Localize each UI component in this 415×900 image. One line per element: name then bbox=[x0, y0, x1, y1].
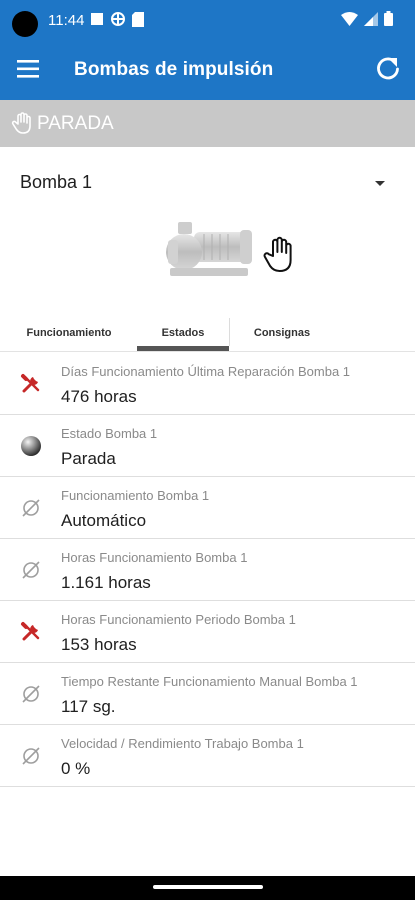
list-item[interactable]: Estado Bomba 1 Parada bbox=[0, 415, 415, 477]
list-item[interactable]: Horas Funcionamiento Periodo Bomba 1 153… bbox=[0, 601, 415, 663]
wrench-icon bbox=[21, 622, 40, 641]
item-label: Estado Bomba 1 bbox=[61, 426, 158, 441]
empty-set-icon bbox=[22, 499, 40, 517]
status-list: Días Funcionamiento Última Reparación Bo… bbox=[0, 353, 415, 787]
empty-set-icon bbox=[22, 685, 40, 703]
item-value: 0 % bbox=[61, 759, 91, 778]
state-label: PARADA bbox=[37, 113, 114, 134]
item-value: 153 horas bbox=[61, 635, 137, 654]
tab-funcionamiento[interactable]: Funcionamiento bbox=[8, 314, 130, 352]
item-label: Funcionamiento Bomba 1 bbox=[61, 488, 210, 503]
pump-selector-value: Bomba 1 bbox=[20, 172, 93, 192]
list-item[interactable]: Tiempo Restante Funcionamiento Manual Bo… bbox=[0, 663, 415, 725]
list-item[interactable]: Velocidad / Rendimiento Trabajo Bomba 1 … bbox=[0, 725, 415, 787]
list-item[interactable]: Horas Funcionamiento Bomba 1 1.161 horas bbox=[0, 539, 415, 601]
menu-icon[interactable] bbox=[16, 57, 40, 81]
sim-card-icon bbox=[132, 11, 144, 27]
wrench-icon bbox=[21, 374, 40, 393]
item-label: Velocidad / Rendimiento Trabajo Bomba 1 bbox=[61, 736, 304, 751]
refresh-icon[interactable] bbox=[373, 54, 403, 84]
system-nav-bar bbox=[0, 876, 415, 900]
tab-consignas[interactable]: Consignas bbox=[229, 314, 335, 352]
item-value: Parada bbox=[61, 449, 116, 468]
camera-cutout bbox=[12, 11, 38, 37]
item-label: Tiempo Restante Funcionamiento Manual Bo… bbox=[61, 674, 358, 689]
state-banner: PARADA bbox=[0, 100, 415, 147]
tab-active-indicator bbox=[137, 346, 229, 351]
tab-label: Consignas bbox=[253, 327, 311, 339]
item-label: Horas Funcionamiento Periodo Bomba 1 bbox=[61, 612, 296, 627]
item-value: 117 sg. bbox=[61, 697, 116, 716]
status-time: 11:44 bbox=[48, 12, 85, 29]
tab-label: Funcionamiento bbox=[26, 327, 112, 339]
square-notification-icon bbox=[91, 13, 103, 25]
list-item[interactable]: Días Funcionamiento Última Reparación Bo… bbox=[0, 353, 415, 415]
tab-label: Estados bbox=[161, 327, 205, 339]
signal-icon bbox=[364, 11, 378, 26]
tab-divider bbox=[229, 318, 230, 346]
notification-icons bbox=[90, 11, 144, 27]
item-label: Horas Funcionamiento Bomba 1 bbox=[61, 550, 248, 565]
item-value: Automático bbox=[61, 511, 147, 530]
manual-hand-icon[interactable] bbox=[262, 236, 296, 274]
item-value: 1.161 horas bbox=[61, 573, 151, 592]
vpn-icon bbox=[111, 12, 125, 26]
pump-image bbox=[166, 222, 252, 276]
home-gesture-handle[interactable] bbox=[153, 885, 263, 889]
item-label: Días Funcionamiento Última Reparación Bo… bbox=[61, 364, 351, 379]
dropdown-caret-icon bbox=[375, 181, 385, 186]
item-value: 476 horas bbox=[61, 387, 137, 406]
empty-set-icon bbox=[22, 561, 40, 579]
pump-selector[interactable]: Bomba 1 bbox=[20, 172, 395, 198]
sphere-icon bbox=[21, 436, 41, 456]
status-bar: 11:44 bbox=[0, 0, 415, 40]
app-title: Bombas de impulsión bbox=[74, 59, 274, 80]
empty-set-icon bbox=[22, 747, 40, 765]
system-icons bbox=[341, 11, 393, 26]
app-bar: Bombas de impulsión bbox=[0, 40, 415, 100]
wifi-icon bbox=[341, 11, 358, 26]
battery-icon bbox=[384, 11, 393, 26]
list-item[interactable]: Funcionamiento Bomba 1 Automático bbox=[0, 477, 415, 539]
hand-icon bbox=[11, 112, 31, 134]
